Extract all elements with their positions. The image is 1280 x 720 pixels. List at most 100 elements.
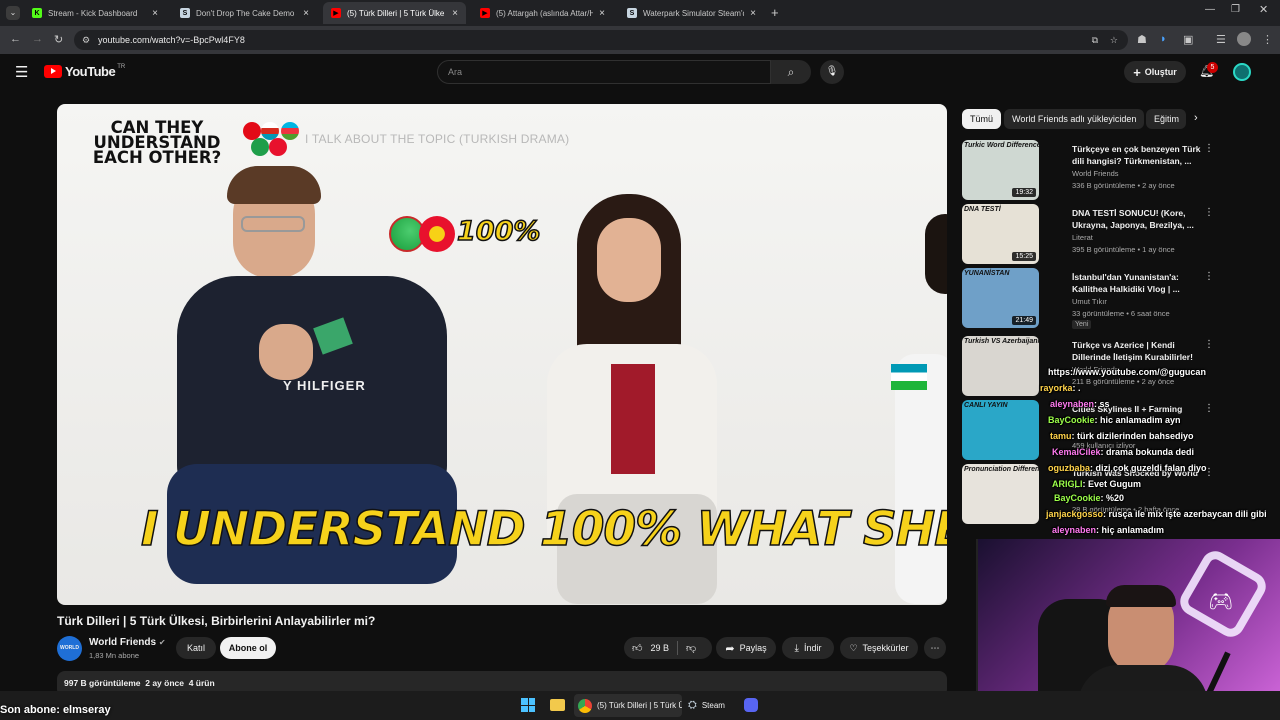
extension-icon-1[interactable]: ☗ <box>1137 33 1147 46</box>
verified-check-icon: ✔ <box>158 638 166 647</box>
video-thumbnail[interactable]: CANLI YAYIN <box>962 400 1039 460</box>
windows-start-icon[interactable] <box>521 698 535 712</box>
recommended-title[interactable]: İstanbul'dan Yunanistan'a: Kallithea Hal… <box>1072 271 1202 295</box>
recommended-views: 33 görüntüleme • 6 saat önce <box>1072 309 1170 318</box>
video-thumbnail[interactable]: Pronunciation Differences <box>962 464 1039 524</box>
more-actions-button[interactable]: ⋯ <box>924 637 946 659</box>
tab-close-icon[interactable]: × <box>750 8 756 19</box>
tab-close-icon[interactable]: × <box>303 8 309 19</box>
youtube-logo[interactable]: YouTube TR <box>44 64 125 79</box>
chat-text: : rusça ile mix işte azerbaycan dili gib… <box>1103 509 1267 519</box>
browser-tab[interactable]: K Stream - Kick Dashboard × <box>24 2 166 24</box>
browser-tab[interactable]: S Don't Drop The Cake Demo Ste × <box>172 2 317 24</box>
tab-close-icon[interactable]: × <box>152 8 158 19</box>
browser-tab[interactable]: ▶ (5) Türk Dilleri | 5 Türk Ülke × <box>323 2 466 24</box>
search-button[interactable]: ⌕ <box>771 60 811 84</box>
download-button[interactable]: ⤓ İndir <box>782 637 834 659</box>
tab-title: Waterpark Simulator Steam'de <box>643 8 745 18</box>
chat-message: https://www.youtube.com/@gugucan <box>1048 367 1206 377</box>
video-duration: 21:49 <box>1012 316 1036 325</box>
discord-icon[interactable] <box>744 698 758 712</box>
reload-icon[interactable]: ↻ <box>54 33 63 46</box>
tab-title: Stream - Kick Dashboard <box>48 8 138 18</box>
recommended-channel[interactable]: World Friends <box>1072 169 1119 178</box>
tab-search-icon[interactable]: ⌄ <box>6 6 20 20</box>
video-player[interactable]: CAN THEY UNDERSTAND EACH OTHER? I TALK A… <box>57 104 947 605</box>
profile-avatar[interactable] <box>1237 32 1251 46</box>
voice-search-button[interactable]: 🎙︎ <box>820 60 844 84</box>
tab-favicon-icon: ▶ <box>331 8 341 18</box>
close-window-icon[interactable]: ✕ <box>1259 3 1268 16</box>
create-button[interactable]: + Oluştur <box>1124 61 1186 83</box>
thumbnail-text: YUNANİSTAN <box>964 270 1010 277</box>
maximize-window-icon[interactable]: ❐ <box>1231 4 1240 15</box>
tab-close-icon[interactable]: × <box>599 8 605 19</box>
like-button[interactable]: 👍︎ 29 B <box>632 642 669 654</box>
recommended-title[interactable]: Türkçeye en çok benzeyen Türk dili hangi… <box>1072 143 1202 167</box>
recommended-video[interactable]: Turkic Word Differences! 19:32 Türkçeye en… <box>962 140 1262 200</box>
more-options-icon[interactable]: ⋮ <box>1204 143 1214 154</box>
address-bar[interactable]: ⚙ youtube.com/watch?v=-BpcPwl4FY8 ⧉ ☆ <box>74 30 1128 50</box>
search-input[interactable]: Ara <box>437 60 771 84</box>
recommended-channel[interactable]: Literat <box>1072 233 1093 242</box>
chat-username: KemalCilek <box>1052 447 1101 457</box>
channel-name[interactable]: World Friends ✔ <box>89 637 166 648</box>
taskbar-chrome[interactable]: (5) Türk Dilleri | 5 Türk Ü <box>574 694 682 717</box>
tab-close-icon[interactable]: × <box>452 8 458 19</box>
more-options-icon[interactable]: ⋮ <box>1204 207 1214 218</box>
taskbar-steam[interactable]: ⛭ Steam <box>688 694 738 717</box>
minimize-window-icon[interactable]: — <box>1205 4 1215 15</box>
video-thumbnail[interactable]: DNA TESTİ 15:25 <box>962 204 1039 264</box>
recommended-video[interactable]: DNA TESTİ 15:25 DNA TESTİ SONUCU! (Kore, U… <box>962 204 1262 264</box>
recommended-video[interactable]: YUNANİSTAN 21:49 İstanbul'dan Yunanistan'a… <box>962 268 1262 329</box>
video-thumbnail[interactable]: Turkish VS Azerbaijani <box>962 336 1039 396</box>
browser-tab[interactable]: S Waterpark Simulator Steam'de × <box>619 2 764 24</box>
tab-favicon-icon: S <box>180 8 190 18</box>
recommended-views: 336 B görüntüleme • 2 ay önce <box>1072 181 1175 190</box>
dislike-button[interactable]: 👎︎ <box>686 642 696 654</box>
recommended-views: 395 B görüntüleme • 1 ay önce <box>1072 245 1175 254</box>
back-arrow-icon[interactable]: ← <box>10 33 21 45</box>
chat-username: janjackgosso <box>1046 509 1104 519</box>
share-button[interactable]: ➦ Paylaş <box>716 637 776 659</box>
recommended-channel[interactable]: Umut Tıkır <box>1072 297 1107 306</box>
chat-username: tamu <box>1050 431 1072 441</box>
chip-from-channel[interactable]: World Friends adlı yükleyiciden <box>1004 109 1145 129</box>
channel-avatar[interactable]: WORLD <box>57 636 82 661</box>
chip-education[interactable]: Eğitim <box>1146 109 1186 129</box>
chat-username: oguzbaba <box>1048 463 1090 473</box>
youtube-play-icon <box>44 65 62 78</box>
extension-icon-2[interactable]: ◗ <box>1160 33 1167 45</box>
browser-menu-icon[interactable]: ⋮ <box>1262 33 1273 46</box>
hamburger-menu-icon[interactable]: ☰ <box>15 63 28 81</box>
more-options-icon[interactable]: ⋮ <box>1204 339 1214 350</box>
recommended-video[interactable]: Turkish VS Azerbaijani Türkçe vs Azerice … <box>962 336 1262 396</box>
chat-text: : dizi çok guzeldi falan diyo <box>1090 463 1207 473</box>
recommended-title[interactable]: DNA TESTİ SONUCU! (Kore, Ukrayna, Japony… <box>1072 207 1202 231</box>
more-options-icon[interactable]: ⋮ <box>1204 403 1214 414</box>
chips-next-chevron-icon[interactable]: › <box>1194 112 1198 124</box>
share-arrow-icon: ➦ <box>725 642 735 655</box>
browser-tab[interactable]: ▶ (5) Attargah (aslında Attar/Hon × <box>472 2 613 24</box>
join-button[interactable]: Katıl <box>176 637 216 659</box>
video-thumbnail[interactable]: Turkic Word Differences! 19:32 <box>962 140 1039 200</box>
tab-title: Don't Drop The Cake Demo Ste <box>196 8 297 18</box>
new-tab-plus-icon[interactable]: + <box>771 5 779 20</box>
chat-text: : %20 <box>1100 493 1125 503</box>
extension-icon-3[interactable]: ▣ <box>1183 33 1193 46</box>
bookmark-star-icon[interactable]: ☆ <box>1110 30 1118 50</box>
chip-all[interactable]: Tümü <box>962 109 1002 129</box>
reading-list-icon[interactable]: ☰ <box>1216 33 1226 46</box>
forward-arrow-icon[interactable]: → <box>32 33 43 45</box>
notification-count-badge: 5 <box>1207 62 1218 73</box>
more-options-icon[interactable]: ⋮ <box>1204 271 1214 282</box>
url-text: youtube.com/watch?v=-BpcPwl4FY8 <box>98 35 245 45</box>
chat-message: tamu: türk dizilerinden bahsediyo <box>1050 431 1194 441</box>
file-explorer-icon[interactable] <box>550 699 565 711</box>
subscribe-button[interactable]: Abone ol <box>220 637 276 659</box>
video-thumbnail[interactable]: YUNANİSTAN 21:49 <box>962 268 1039 328</box>
thanks-button[interactable]: ♡ Teşekkürler <box>840 637 918 659</box>
install-app-icon[interactable]: ⧉ <box>1092 30 1098 50</box>
account-avatar[interactable] <box>1233 63 1251 81</box>
site-info-icon[interactable]: ⚙ <box>82 30 90 50</box>
